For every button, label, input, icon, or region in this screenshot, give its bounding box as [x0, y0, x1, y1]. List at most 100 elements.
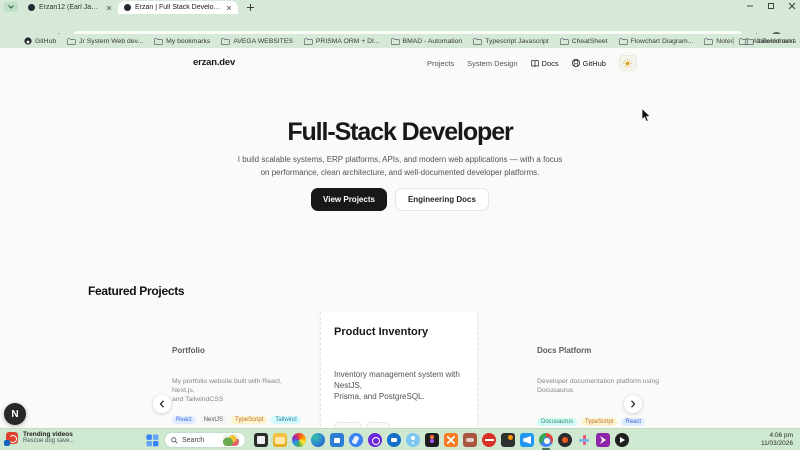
folder-icon	[704, 37, 714, 45]
folder-icon	[473, 37, 483, 45]
taskbar-icon-postman[interactable]	[558, 433, 572, 447]
nav-system-design[interactable]: System Design	[467, 59, 517, 68]
chevron-right-icon	[631, 400, 636, 408]
tag-tailwind: Tailwind	[271, 416, 301, 424]
notification-badge	[4, 439, 10, 446]
bookmark-folder[interactable]: Typescript Javascript	[473, 37, 549, 45]
folder-icon	[618, 37, 628, 45]
bookmark-folder[interactable]: PRISMA ORM + DI...	[304, 38, 380, 45]
taskbar: Trending videos Rescue dog save... Searc…	[0, 428, 800, 450]
taskbar-icon-vscode[interactable]	[520, 433, 534, 447]
tag-docusaurus: Docusaurus	[537, 418, 578, 426]
taskbar-icon-people[interactable]	[406, 433, 420, 447]
close-icon[interactable]	[106, 5, 112, 11]
taskbar-icon-edge[interactable]	[311, 433, 325, 447]
taskbar-search[interactable]: Search	[164, 432, 246, 448]
folder-icon	[154, 37, 163, 45]
bookmark-folder[interactable]: BMAD - Automation	[390, 37, 462, 45]
nav-github[interactable]: GitHub	[571, 59, 606, 68]
carousel-next-button[interactable]	[624, 395, 642, 413]
start-button[interactable]	[146, 434, 159, 447]
project-title: Product Inventory	[334, 326, 429, 338]
widgets-button[interactable]: Trending videos Rescue dog save...	[4, 431, 75, 446]
tab-title: Erzan | Full Stack Developer	[135, 4, 222, 11]
search-label: Search	[182, 436, 205, 444]
folder-icon	[221, 37, 231, 45]
bookmark-items: GitHub Jr System Web dev... My bookmarks…	[24, 34, 794, 48]
weather-widget-icon	[223, 434, 239, 446]
taskbar-icon-outlook[interactable]	[387, 433, 401, 447]
taskbar-clock[interactable]: 4:06 pm 11/03/2026	[761, 432, 793, 448]
bookmark-github[interactable]: GitHub	[24, 37, 56, 45]
taskbar-icon-task-view[interactable]	[254, 433, 268, 447]
tag-nextjs: NextJS	[199, 416, 228, 424]
maximize-icon[interactable]	[767, 2, 775, 10]
msn-news-icon	[4, 431, 18, 446]
github-icon	[571, 59, 580, 67]
project-description: My portfolio website built with React, N…	[172, 378, 282, 403]
bookmark-folder[interactable]: My bookmarks	[154, 38, 210, 45]
folder-icon	[390, 37, 400, 45]
site-favicon-icon	[124, 4, 131, 11]
taskbar-icon-paint[interactable]	[349, 433, 363, 447]
chevron-left-icon	[159, 400, 164, 408]
window-controls	[746, 2, 796, 10]
tab-title: Erzan12 (Earl Jan Do)	[39, 4, 102, 11]
bookmark-folder[interactable]: Jr System Web dev...	[67, 38, 143, 45]
bookmark-folder[interactable]: Notes	[704, 38, 734, 45]
theme-toggle-button[interactable]	[618, 55, 637, 71]
taskbar-icon-snipping-tool[interactable]	[577, 433, 591, 447]
github-favicon-icon	[28, 4, 35, 11]
close-icon[interactable]	[226, 5, 232, 11]
taskbar-icon-blocked-app[interactable]	[482, 433, 496, 447]
folder-icon	[738, 37, 748, 45]
widgets-text: Trending videos Rescue dog save...	[23, 431, 75, 444]
project-card-product-inventory[interactable]: Product Inventory Inventory management s…	[320, 312, 478, 428]
taskbar-icon-file-explorer[interactable]	[273, 433, 287, 447]
search-icon	[171, 436, 178, 444]
bookmark-folder[interactable]: CheatSheet	[559, 38, 608, 45]
project-description: Developer documentation platform using D…	[537, 378, 660, 394]
view-projects-button[interactable]: View Projects	[311, 188, 387, 211]
tab-github[interactable]: Erzan12 (Earl Jan Do)	[22, 1, 118, 14]
bookmark-folder[interactable]: AVEGA WEBSITES	[221, 38, 293, 45]
taskbar-icon-media-player[interactable]	[615, 433, 629, 447]
mouse-cursor	[641, 108, 652, 122]
site-nav: Projects System Design Docs GitHub	[427, 54, 637, 72]
folder-icon	[304, 37, 313, 45]
tab-erzan-site[interactable]: Erzan | Full Stack Developer	[118, 1, 238, 14]
carousel-prev-button[interactable]	[153, 395, 171, 413]
page-content: erzan.dev Projects System Design Docs Gi…	[0, 48, 800, 428]
github-icon	[24, 37, 32, 45]
book-icon	[530, 59, 539, 67]
new-tab-button[interactable]	[246, 3, 255, 12]
bookmark-folder[interactable]: Flowchart Diagram...	[618, 37, 693, 45]
taskbar-icon-clock-app[interactable]	[368, 433, 382, 447]
close-window-icon[interactable]	[788, 2, 796, 10]
floating-n-button[interactable]: N	[4, 403, 26, 425]
taskbar-icon-mysql-workbench[interactable]	[463, 433, 477, 447]
taskbar-icon-clipchamp[interactable]	[596, 433, 610, 447]
taskbar-icon-xampp[interactable]	[444, 433, 458, 447]
taskbar-icon-chrome-active[interactable]	[539, 433, 553, 450]
nav-projects[interactable]: Projects	[427, 59, 454, 68]
taskbar-icon-microsoft-store[interactable]	[330, 433, 344, 447]
minimize-icon[interactable]	[746, 2, 754, 10]
hero-title: Full-Stack Developer	[287, 118, 513, 146]
clock-date: 11/03/2026	[760, 440, 793, 447]
project-title: Portfolio	[172, 346, 205, 355]
taskbar-icon-figma[interactable]	[425, 433, 439, 447]
nav-docs[interactable]: Docs	[530, 59, 559, 68]
project-card-docs-platform[interactable]: Docs Platform Developer documentation pl…	[524, 312, 714, 428]
taskbar-icon-photos[interactable]	[292, 433, 306, 447]
engineering-docs-button[interactable]: Engineering Docs	[394, 188, 489, 211]
divider	[732, 36, 734, 46]
project-card-portfolio[interactable]: Portfolio My portfolio website built wit…	[159, 312, 317, 428]
site-logo[interactable]: erzan.dev	[193, 57, 235, 68]
project-description: Inventory management system with NestJS,…	[334, 370, 460, 401]
tab-search-button[interactable]	[4, 2, 18, 12]
all-bookmarks-label: All Bookmarks	[752, 37, 796, 45]
all-bookmarks[interactable]: All Bookmarks	[732, 34, 796, 48]
taskbar-icon-sublime-text[interactable]	[501, 433, 515, 447]
tag-typescript: TypeScript	[231, 416, 268, 424]
